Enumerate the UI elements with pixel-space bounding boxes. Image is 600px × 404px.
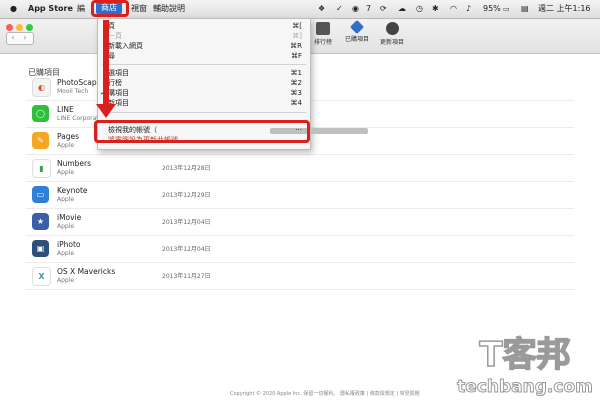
app-developer[interactable]: Apple: [57, 223, 74, 230]
check-icon[interactable]: ✓: [336, 3, 343, 15]
toolbar-updates-label: 更新項目: [379, 39, 404, 46]
volume-icon[interactable]: ♪: [466, 3, 471, 15]
app-icon[interactable]: ▣: [32, 240, 49, 257]
menu-separator: [102, 112, 306, 113]
app-icon[interactable]: ◐: [32, 78, 51, 97]
app-row[interactable]: X OS X Mavericks Apple 2013年11月27日: [26, 264, 574, 290]
zoom-button[interactable]: [26, 24, 33, 31]
app-developer[interactable]: Apple: [57, 169, 74, 176]
menu-help[interactable]: 輔助說明: [153, 3, 185, 15]
app-name[interactable]: Pages: [57, 132, 79, 141]
highlight-store-menu: [91, 0, 129, 17]
app-developer[interactable]: Apple: [57, 250, 74, 257]
wifi-icon[interactable]: ◠: [450, 3, 457, 15]
menu-app-name[interactable]: App Store: [28, 3, 73, 15]
app-icon[interactable]: X: [32, 267, 51, 286]
notification-count[interactable]: 7: [366, 3, 371, 15]
flag-icon[interactable]: ▤: [521, 3, 529, 15]
menu-separator: [102, 64, 306, 65]
app-purchase-date: 2013年11月27日: [162, 273, 211, 280]
highlight-view-account: [94, 120, 310, 143]
menu-edit[interactable]: 編: [77, 3, 85, 15]
annotation-arrow-shaft: [103, 20, 109, 106]
svg-text:T客邦: T客邦: [479, 335, 570, 375]
updates-icon: [385, 22, 399, 35]
menu-item-search[interactable]: 尋 ⌘F: [98, 51, 310, 62]
app-row[interactable]: ▣ iPhoto Apple 2013年12月04日: [26, 237, 574, 263]
app-name[interactable]: LINE: [57, 105, 74, 114]
app-developer[interactable]: Apple: [57, 277, 74, 284]
toolbar-purchased-label: 已購項目: [344, 36, 369, 43]
cloud-icon[interactable]: ☁: [398, 3, 406, 15]
app-name[interactable]: Numbers: [57, 159, 91, 168]
annotation-arrow-head: [96, 104, 116, 118]
timer-icon[interactable]: ◷: [416, 3, 423, 15]
app-developer[interactable]: Apple: [57, 196, 74, 203]
close-button[interactable]: [6, 24, 13, 31]
toolbar-charts-label: 排行榜: [313, 39, 332, 46]
purchased-tag-icon: [349, 19, 365, 35]
nav-buttons: ‹ ›: [6, 32, 34, 45]
charts-icon: [316, 22, 330, 35]
footer-copyright: Copyright © 2020 Apple Inc. 保留一切權利。 隱私權政…: [230, 391, 420, 397]
app-purchase-date: 2013年12月28日: [162, 165, 211, 172]
app-icon[interactable]: ★: [32, 213, 49, 230]
techbang-watermark-logo: T客邦 techbang.com: [457, 334, 594, 397]
app-name[interactable]: iPhoto: [57, 240, 80, 249]
app-row[interactable]: ★ iMovie Apple 2013年12月04日: [26, 210, 574, 236]
app-icon[interactable]: ▮: [32, 159, 51, 178]
apple-icon[interactable]: ●: [10, 3, 17, 15]
back-icon[interactable]: ‹: [7, 33, 19, 43]
sync-icon[interactable]: ⟳: [380, 3, 387, 15]
battery-percent[interactable]: 95%: [483, 3, 501, 15]
app-icon[interactable]: ◯: [32, 105, 49, 122]
app-developer[interactable]: Mooii Tech: [57, 88, 88, 95]
menu-clock[interactable]: 週二 上午1:16: [538, 3, 591, 15]
toolbar-charts-button[interactable]: 排行榜: [306, 22, 340, 46]
dropbox-icon[interactable]: ❖: [318, 3, 325, 15]
menu-bar: ● App Store 編 商店 視窗 輔助說明 ❖ ✓ ◉ 7 ⟳ ☁ ◷ ✱…: [0, 0, 600, 19]
menu-window[interactable]: 視窗: [131, 3, 147, 15]
bluetooth-icon[interactable]: ✱: [432, 3, 439, 15]
app-purchase-date: 2013年12月29日: [162, 192, 211, 199]
app-name[interactable]: OS X Mavericks: [57, 267, 115, 276]
line-icon[interactable]: ◉: [352, 3, 359, 15]
toolbar-updates-button[interactable]: 更新項目: [375, 22, 409, 46]
app-purchase-date: 2013年12月04日: [162, 246, 211, 253]
menu-item-updates[interactable]: 新項目 ⌘4: [98, 98, 310, 109]
app-name[interactable]: Keynote: [57, 186, 88, 195]
toolbar-purchased-button[interactable]: 已購項目: [340, 19, 374, 43]
app-developer[interactable]: Apple: [57, 142, 74, 149]
app-name[interactable]: iMovie: [57, 213, 81, 222]
app-icon[interactable]: ✎: [32, 132, 49, 149]
svg-text:techbang.com: techbang.com: [457, 377, 593, 397]
forward-icon[interactable]: ›: [19, 33, 31, 43]
app-name[interactable]: PhotoScape: [57, 78, 101, 87]
app-developer[interactable]: LINE Corporat: [57, 115, 99, 122]
minimize-button[interactable]: [16, 24, 23, 31]
app-row[interactable]: ▭ Keynote Apple 2013年12月29日: [26, 183, 574, 209]
app-row[interactable]: ▮ Numbers Apple 2013年12月28日: [26, 156, 574, 182]
app-purchase-date: 2013年12月04日: [162, 219, 211, 226]
app-icon[interactable]: ▭: [32, 186, 49, 203]
battery-icon[interactable]: ▭: [503, 3, 510, 15]
